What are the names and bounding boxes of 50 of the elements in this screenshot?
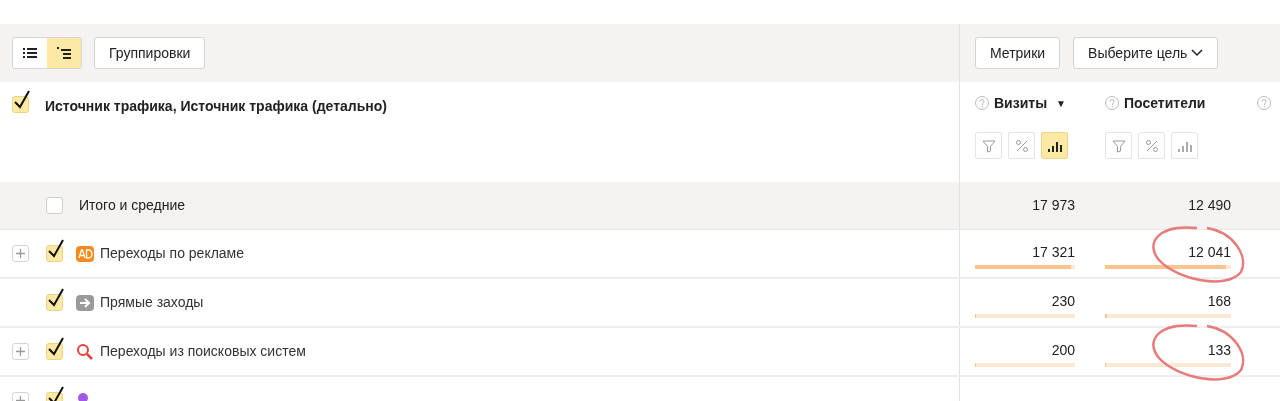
visits-value: 133 — [1207, 342, 1231, 357]
tree-icon — [57, 47, 71, 59]
totals-label: Итого и средние — [79, 196, 186, 215]
help-icon[interactable] — [1257, 96, 1271, 110]
goal-dropdown[interactable]: Выберите цель — [1073, 37, 1219, 69]
filter-toggle[interactable] — [1105, 132, 1132, 159]
tree-view-button[interactable] — [47, 38, 81, 68]
bar-chart-icon — [1046, 139, 1063, 152]
dimension-title: Источник трафика, Источник трафика (детально) — [45, 97, 387, 116]
metrics-button[interactable]: Метрики — [975, 37, 1061, 69]
visits-value: 200 — [1051, 342, 1075, 357]
total-value: 12 490 — [1188, 196, 1231, 215]
arrow-icon — [76, 294, 94, 311]
filter-icon — [1111, 138, 1126, 153]
column-header[interactable]: Посетители — [1124, 92, 1206, 114]
percent-toggle[interactable] — [1008, 132, 1035, 159]
help-icon[interactable] — [1105, 96, 1119, 110]
row-label[interactable]: Переходы из поисковых систем — [100, 341, 306, 362]
visits-value: 17 321 — [1032, 244, 1075, 259]
column-header[interactable]: Визиты — [994, 92, 1048, 114]
bars-toggle[interactable] — [1041, 132, 1068, 159]
percent-icon — [1014, 138, 1029, 153]
checkbox[interactable] — [46, 288, 65, 311]
row-label[interactable]: Прямые заходы — [100, 292, 204, 313]
expand-button[interactable] — [12, 245, 29, 262]
list-icon — [23, 47, 37, 59]
filter-icon — [981, 138, 996, 153]
sort-indicator[interactable]: ▼ — [1056, 95, 1066, 111]
ad-icon — [76, 245, 94, 262]
groupings-button[interactable]: Группировки — [94, 37, 206, 69]
expand-button[interactable] — [12, 343, 29, 360]
visits-value: 230 — [1051, 293, 1075, 308]
total-value: 17 973 — [1032, 196, 1075, 215]
search-icon — [76, 342, 94, 361]
bars-toggle[interactable] — [1171, 132, 1198, 159]
list-view-button[interactable] — [13, 38, 47, 68]
percent-toggle[interactable] — [1138, 132, 1165, 159]
plus-icon — [16, 347, 25, 356]
visits-value: 12 041 — [1188, 244, 1231, 259]
plus-icon — [16, 249, 25, 258]
row-label[interactable]: Переходы по рекламе — [100, 243, 245, 264]
percent-icon — [1144, 138, 1159, 153]
checkbox[interactable] — [46, 337, 65, 360]
checkbox[interactable] — [12, 90, 31, 113]
visits-value: 168 — [1207, 293, 1231, 308]
bar-chart-icon — [1176, 139, 1193, 152]
checkbox[interactable] — [46, 239, 65, 262]
filter-toggle[interactable] — [975, 132, 1002, 159]
help-icon[interactable] — [975, 96, 989, 110]
chevron-down-icon — [1191, 49, 1204, 57]
